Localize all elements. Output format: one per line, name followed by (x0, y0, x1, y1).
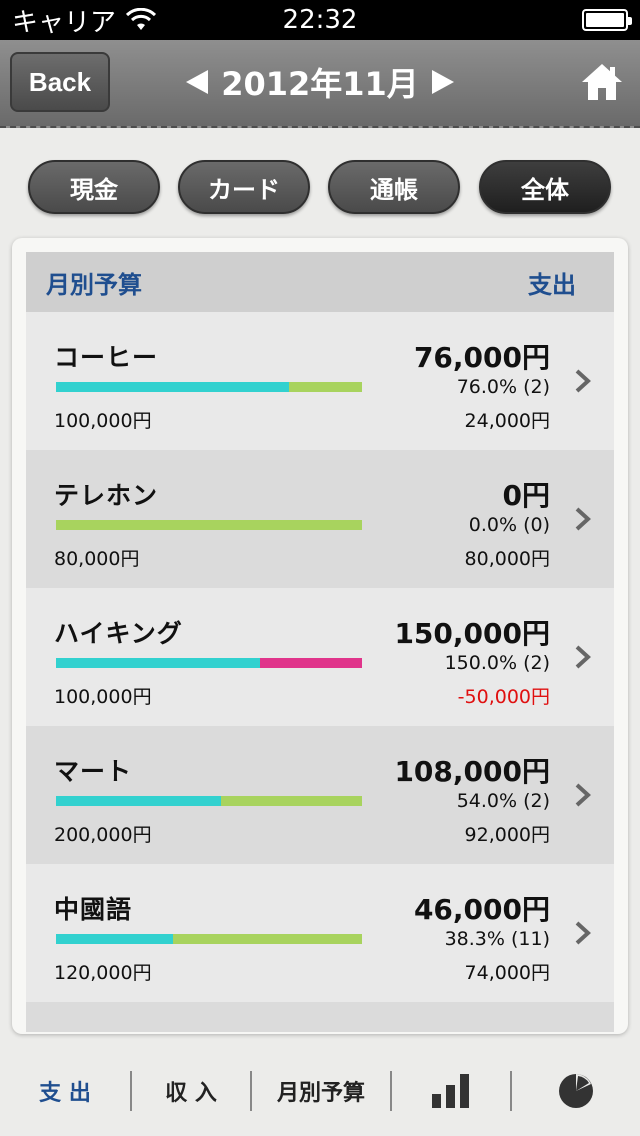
tab-graph[interactable] (392, 1046, 510, 1136)
status-bar: キャリア 22:32 (0, 0, 640, 40)
wifi-icon (126, 8, 157, 30)
chevron-right-icon (575, 783, 591, 807)
spent-percentage: 38.3% (11) (444, 928, 550, 950)
account-filter: 現金 カード 通帳 全体 (28, 160, 612, 216)
spent-amount: 150,000円 (394, 617, 550, 650)
spent-percentage: 54.0% (2) (456, 790, 550, 812)
filter-card-button[interactable]: カード (178, 160, 310, 214)
remaining-amount: 24,000円 (464, 410, 550, 432)
tab-income[interactable]: 収 入 (132, 1046, 250, 1136)
budget-overrun-fill (260, 658, 362, 668)
budget-progress-bar (56, 934, 362, 944)
card-header: 月別予算 支出 (26, 252, 614, 312)
home-icon[interactable] (580, 62, 624, 102)
back-button[interactable]: Back (10, 52, 110, 112)
budget-name: ハイキング (54, 619, 183, 648)
budget-name: テレホン (54, 481, 159, 510)
tab-expense[interactable]: 支 出 (0, 1046, 130, 1136)
budget-name: 中國語 (54, 895, 133, 924)
tab-pie[interactable] (512, 1046, 640, 1136)
card-header-type: 支出 (528, 270, 576, 299)
battery-icon (582, 9, 632, 31)
chevron-right-icon (575, 645, 591, 669)
budget-row[interactable]: マート 200,000円 108,000円 54.0% (2) 92,000円 (26, 726, 614, 864)
tab-monthly-budget[interactable]: 月別予算 (252, 1046, 390, 1136)
filter-bankbook-button[interactable]: 通帳 (328, 160, 460, 214)
nav-title: 2012年11月 (221, 65, 419, 103)
remaining-amount: 92,000円 (464, 824, 550, 846)
remaining-amount: -50,000円 (457, 686, 550, 708)
carrier-label: キャリア (12, 7, 117, 38)
prev-month-icon[interactable] (186, 70, 208, 94)
chevron-right-icon (575, 507, 591, 531)
budget-amount: 80,000円 (54, 548, 140, 570)
budget-row[interactable]: 中國語 120,000円 46,000円 38.3% (11) 74,000円 (26, 864, 614, 1002)
spent-percentage: 150.0% (2) (444, 652, 550, 674)
pie-chart-icon (559, 1074, 593, 1108)
filter-cash-button[interactable]: 現金 (28, 160, 160, 214)
budget-row[interactable]: コーヒー 100,000円 76,000円 76.0% (2) 24,000円 (26, 312, 614, 450)
chevron-right-icon (575, 921, 591, 945)
spent-percentage: 76.0% (2) (456, 376, 550, 398)
tab-bar: 支 出 収 入 月別予算 (0, 1046, 640, 1136)
remaining-amount: 74,000円 (464, 962, 550, 984)
spent-amount: 0円 (502, 479, 550, 512)
budget-name: コーヒー (54, 343, 159, 372)
budget-progress-fill (56, 382, 289, 392)
budget-progress-fill (56, 658, 260, 668)
spent-percentage: 0.0% (0) (468, 514, 550, 536)
budget-amount: 200,000円 (54, 824, 152, 846)
budget-card: 月別予算 支出 コーヒー 100,000円 76,000円 76.0% (2) 24,0… (12, 238, 628, 1034)
filter-all-button[interactable]: 全体 (479, 160, 611, 214)
budget-progress-bar (56, 796, 362, 806)
budget-amount: 120,000円 (54, 962, 152, 984)
spent-amount: 108,000円 (394, 755, 550, 788)
spent-amount: 76,000円 (413, 341, 550, 374)
card-header-title: 月別予算 (46, 270, 142, 299)
list-footer (26, 1002, 614, 1032)
budget-progress-bar (56, 658, 362, 668)
chevron-right-icon (575, 369, 591, 393)
remaining-amount: 80,000円 (464, 548, 550, 570)
next-month-icon[interactable] (431, 70, 454, 94)
budget-amount: 100,000円 (54, 410, 152, 432)
budget-progress-fill (56, 934, 174, 944)
budget-row[interactable]: ハイキング 100,000円 150,000円 150.0% (2) -50,000円 (26, 588, 614, 726)
month-selector: 2012年11月 (180, 52, 460, 112)
nav-bar: Back 2012年11月 (0, 40, 640, 128)
budget-amount: 100,000円 (54, 686, 152, 708)
budget-row[interactable]: テレホン 80,000円 0円 0.0% (0) 80,000円 (26, 450, 614, 588)
budget-progress-fill (56, 796, 222, 806)
budget-name: マート (54, 757, 133, 786)
budget-progress-bar (56, 520, 362, 530)
budget-list: コーヒー 100,000円 76,000円 76.0% (2) 24,000円テレホン 8… (26, 312, 614, 1032)
budget-progress-bar (56, 382, 362, 392)
spent-amount: 46,000円 (413, 893, 550, 926)
bar-chart-icon (432, 1074, 469, 1108)
